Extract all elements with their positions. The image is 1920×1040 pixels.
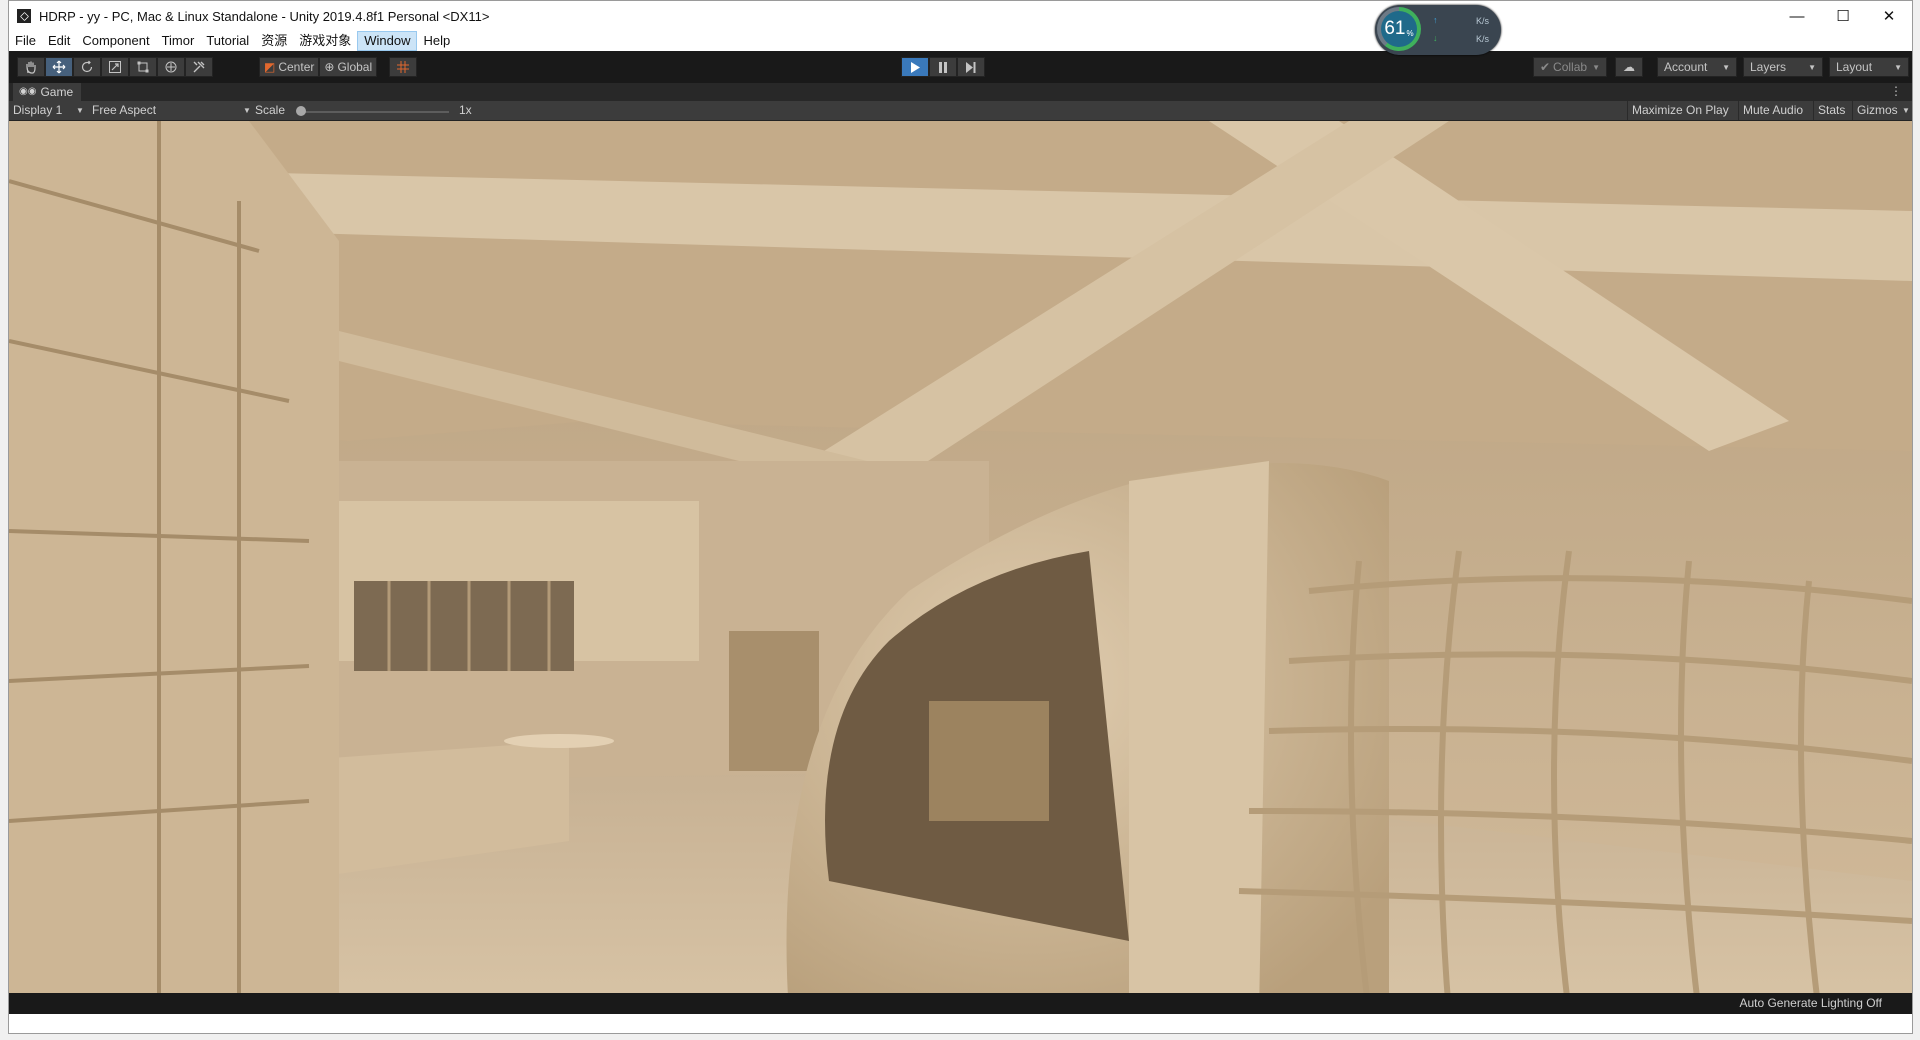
pause-button[interactable]: [929, 57, 957, 77]
tab-game-label: Game: [40, 85, 74, 99]
aspect-dropdown[interactable]: Free Aspect: [92, 101, 156, 120]
pivot-rotation-label: Global: [337, 60, 373, 74]
account-controls: Account ▼: [1657, 57, 1737, 77]
menu-edit[interactable]: Edit: [42, 31, 76, 51]
menu-gameobject[interactable]: 游戏对象: [293, 31, 357, 51]
playmode-controls: [901, 57, 985, 77]
pivot-center-icon: ◩: [264, 60, 276, 74]
layers-caret-icon: ▼: [1808, 62, 1816, 72]
maximize-button[interactable]: ☐: [1820, 1, 1866, 31]
menu-timor[interactable]: Timor: [156, 31, 201, 51]
game-tab-bar: ◉◉ Game ⋮: [9, 83, 1912, 101]
close-button[interactable]: ✕: [1866, 1, 1912, 31]
maximize-on-play-toggle[interactable]: Maximize On Play: [1627, 101, 1733, 120]
collab-dropdown[interactable]: ✔ Collab ▼: [1533, 57, 1607, 77]
globe-icon: ⊕: [324, 60, 335, 74]
rect-tool-icon[interactable]: [129, 57, 157, 77]
tab-options-icon[interactable]: ⋮: [1890, 84, 1902, 98]
account-dropdown[interactable]: Account ▼: [1657, 57, 1737, 77]
transform-tools: [17, 57, 213, 77]
download-arrow-icon: ↓: [1433, 33, 1438, 43]
cloud-controls: ☁: [1615, 57, 1643, 77]
gamepad-icon: ◉◉: [19, 86, 37, 97]
hand-tool-icon[interactable]: [17, 57, 45, 77]
scale-tool-icon[interactable]: [101, 57, 129, 77]
custom-tool-icon[interactable]: [185, 57, 213, 77]
scene-render: [9, 121, 1912, 1014]
layers-dropdown[interactable]: Layers ▼: [1743, 57, 1823, 77]
pivot-mode-button[interactable]: ◩ Center: [259, 57, 320, 77]
lighting-status[interactable]: Auto Generate Lighting Off: [1739, 996, 1882, 1010]
status-bar: Auto Generate Lighting Off: [9, 993, 1912, 1014]
layout-label: Layout: [1836, 60, 1873, 74]
scale-slider-track[interactable]: [299, 111, 449, 113]
game-view-toolbar: Display 1 ▼ Free Aspect ▼ Scale 1x Maxim…: [9, 101, 1912, 121]
title-bar: HDRP - yy - PC, Mac & Linux Standalone -…: [9, 1, 1912, 31]
menu-component[interactable]: Component: [76, 31, 155, 51]
layout-dropdown[interactable]: Layout ▼: [1829, 57, 1909, 77]
scale-label: Scale: [255, 103, 286, 117]
snap-controls: [389, 57, 417, 77]
display-dropdown[interactable]: Display 1: [13, 101, 62, 120]
upload-rate: K/s: [1475, 16, 1489, 26]
move-tool-icon[interactable]: [45, 57, 73, 77]
game-viewport[interactable]: Auto Generate Lighting Off: [9, 121, 1912, 1014]
layout-caret-icon: ▼: [1894, 62, 1902, 72]
play-button[interactable]: [901, 57, 929, 77]
layers-controls: Layers ▼: [1743, 57, 1823, 77]
menu-file[interactable]: File: [9, 31, 42, 51]
mute-audio-toggle[interactable]: Mute Audio: [1738, 101, 1807, 120]
aspect-caret-icon: ▼: [243, 106, 251, 115]
gizmos-caret-icon: ▼: [1902, 106, 1910, 115]
transform-tool-icon[interactable]: [157, 57, 185, 77]
menu-bar: File Edit Component Timor Tutorial 资源 游戏…: [9, 31, 1912, 51]
rotate-tool-icon[interactable]: [73, 57, 101, 77]
pivot-controls: ◩ Center ⊕ Global: [259, 57, 378, 77]
pivot-rotation-button[interactable]: ⊕ Global: [319, 57, 378, 77]
main-toolbar: ◩ Center ⊕ Global ✔ Collab ▼ ☁ Account ▼…: [9, 51, 1912, 83]
menu-tutorial[interactable]: Tutorial: [200, 31, 255, 51]
collab-caret-icon: ▼: [1592, 62, 1600, 72]
menu-assets[interactable]: 资源: [255, 31, 293, 51]
unity-editor-window: HDRP - yy - PC, Mac & Linux Standalone -…: [8, 0, 1913, 1034]
cpu-usage-percent: 61: [1384, 18, 1406, 39]
tab-game[interactable]: ◉◉ Game: [13, 83, 82, 101]
collab-check-icon: ✔: [1540, 60, 1551, 74]
download-rate: K/s: [1475, 34, 1489, 44]
account-caret-icon: ▼: [1722, 62, 1730, 72]
grid-snap-icon[interactable]: [389, 57, 417, 77]
step-button[interactable]: [957, 57, 985, 77]
window-controls: — ☐ ✕: [1774, 1, 1912, 31]
collab-label: Collab: [1553, 60, 1588, 74]
display-caret-icon: ▼: [76, 106, 84, 115]
performance-monitor-widget[interactable]: 61% ↑ ↓ K/s K/s: [1375, 5, 1501, 55]
pivot-mode-label: Center: [278, 60, 315, 74]
scale-slider-handle[interactable]: [296, 106, 306, 116]
pause-icon: [939, 61, 947, 73]
layout-controls: Layout ▼: [1829, 57, 1909, 77]
window-title: HDRP - yy - PC, Mac & Linux Standalone -…: [39, 8, 490, 24]
step-icon: [966, 61, 976, 73]
gizmos-toggle[interactable]: Gizmos: [1852, 101, 1902, 120]
scale-value: 1x: [459, 103, 472, 117]
collab-controls: ✔ Collab ▼: [1533, 57, 1607, 77]
menu-window[interactable]: Window: [357, 31, 418, 51]
stats-toggle[interactable]: Stats: [1813, 101, 1849, 120]
cpu-usage-unit: %: [1406, 28, 1414, 38]
account-label: Account: [1664, 60, 1708, 74]
minimize-button[interactable]: —: [1774, 1, 1820, 31]
layers-label: Layers: [1750, 60, 1787, 74]
unity-logo-icon: [17, 9, 31, 23]
play-icon: [911, 61, 920, 73]
cpu-usage-ring: 61%: [1377, 7, 1421, 51]
menu-help[interactable]: Help: [417, 31, 456, 51]
upload-arrow-icon: ↑: [1433, 15, 1438, 25]
cloud-icon[interactable]: ☁: [1615, 57, 1643, 77]
